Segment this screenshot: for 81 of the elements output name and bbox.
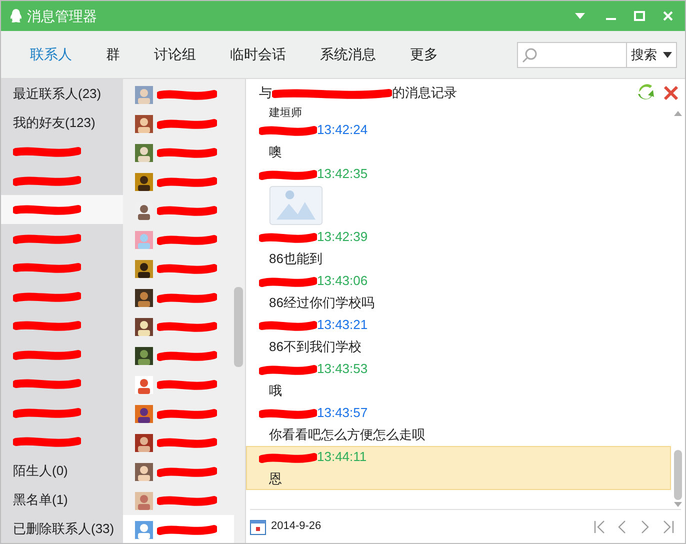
message-time: 13:42:24 bbox=[317, 121, 368, 140]
penguin-icon bbox=[9, 8, 23, 24]
redaction-mark bbox=[157, 321, 217, 332]
message-text: 哦 bbox=[268, 382, 283, 400]
date-label: 2014-9-26 bbox=[271, 519, 322, 534]
redaction-mark bbox=[259, 168, 317, 180]
redaction-mark bbox=[157, 263, 217, 274]
redaction-mark bbox=[13, 378, 81, 389]
redaction-mark bbox=[259, 364, 317, 374]
message-text: 你看看吧怎么方便怎么走呗 bbox=[268, 426, 426, 444]
redaction-mark bbox=[157, 147, 217, 158]
redaction-mark bbox=[13, 262, 81, 273]
scrollbar-thumb[interactable] bbox=[234, 287, 243, 367]
message-time: 13:43:53 bbox=[317, 360, 368, 378]
message-text: 86经过你们学校吗 bbox=[268, 294, 376, 312]
message-time: 13:43:06 bbox=[317, 272, 368, 290]
redaction-mark bbox=[259, 408, 317, 418]
message-row[interactable]: 13:44:11 恩 bbox=[246, 446, 671, 490]
redaction-mark bbox=[13, 204, 81, 215]
redaction-mark bbox=[13, 407, 81, 418]
calendar-icon[interactable] bbox=[250, 518, 266, 534]
refresh-icon[interactable] bbox=[637, 84, 655, 102]
tab[interactable]: 联系人 bbox=[19, 40, 83, 69]
redaction-mark bbox=[13, 349, 81, 360]
message-text: 噢 bbox=[268, 143, 283, 162]
redaction-mark bbox=[157, 176, 217, 187]
redaction-mark bbox=[157, 234, 217, 245]
redaction-mark bbox=[157, 205, 217, 216]
redaction-mark bbox=[157, 350, 217, 361]
message-time: 13:44:11 bbox=[317, 448, 367, 466]
redaction-mark bbox=[13, 175, 81, 186]
redaction-mark bbox=[13, 436, 81, 447]
first-page-icon[interactable] bbox=[592, 520, 606, 534]
redaction-mark bbox=[157, 379, 217, 390]
history-title: 与 bbox=[259, 84, 272, 102]
group-item[interactable] bbox=[1, 195, 123, 224]
scroll-up-icon[interactable] bbox=[674, 111, 682, 116]
message-time: 13:43:57 bbox=[317, 404, 368, 422]
scrollbar-thumb[interactable] bbox=[674, 450, 682, 500]
message-text: 86也能到 bbox=[268, 250, 324, 268]
tab[interactable]: 临时会话 bbox=[219, 40, 297, 69]
redaction-mark bbox=[13, 320, 81, 331]
redaction-mark bbox=[157, 466, 217, 477]
close-icon[interactable] bbox=[663, 11, 673, 21]
caret-icon bbox=[663, 52, 672, 58]
redaction-mark bbox=[259, 232, 317, 242]
redaction-mark bbox=[157, 524, 217, 535]
maximize-icon[interactable] bbox=[634, 11, 645, 21]
redaction-mark bbox=[157, 408, 217, 419]
redaction-mark bbox=[259, 320, 317, 330]
message-time: 13:42:39 bbox=[317, 228, 368, 246]
scroll-down-icon[interactable] bbox=[674, 502, 682, 507]
window-title: 消息管理器 bbox=[27, 6, 97, 26]
message-text: 恩 bbox=[268, 470, 283, 488]
redaction-mark bbox=[13, 233, 81, 244]
redaction-mark bbox=[13, 146, 81, 157]
dropdown-icon[interactable] bbox=[574, 12, 586, 20]
delete-icon[interactable] bbox=[663, 85, 679, 101]
last-page-icon[interactable] bbox=[661, 520, 675, 534]
redaction-mark bbox=[157, 495, 217, 506]
redaction-mark bbox=[259, 124, 317, 136]
history-title: 的消息记录 bbox=[392, 84, 457, 102]
redaction-mark bbox=[157, 89, 217, 100]
redaction-mark bbox=[259, 276, 317, 286]
tab[interactable]: 系统消息 bbox=[309, 40, 387, 69]
message-text: 建垣师 bbox=[268, 107, 303, 119]
image-placeholder-icon bbox=[269, 186, 323, 225]
search-button[interactable]: 搜索 bbox=[627, 42, 677, 68]
message-time: 13:43:21 bbox=[317, 316, 368, 334]
message-time: 13:42:35 bbox=[317, 165, 368, 184]
redaction-mark bbox=[157, 437, 217, 448]
redaction-mark bbox=[157, 118, 217, 129]
search-icon bbox=[522, 46, 538, 62]
tab[interactable]: 群 bbox=[95, 40, 131, 69]
redaction-mark bbox=[157, 292, 217, 303]
redaction-mark bbox=[259, 452, 317, 462]
search-field[interactable] bbox=[517, 42, 627, 68]
redaction-mark bbox=[13, 291, 81, 302]
tab[interactable]: 更多 bbox=[399, 40, 449, 69]
tab[interactable]: 讨论组 bbox=[143, 40, 207, 69]
message-text: 86不到我们学校 bbox=[268, 338, 362, 356]
